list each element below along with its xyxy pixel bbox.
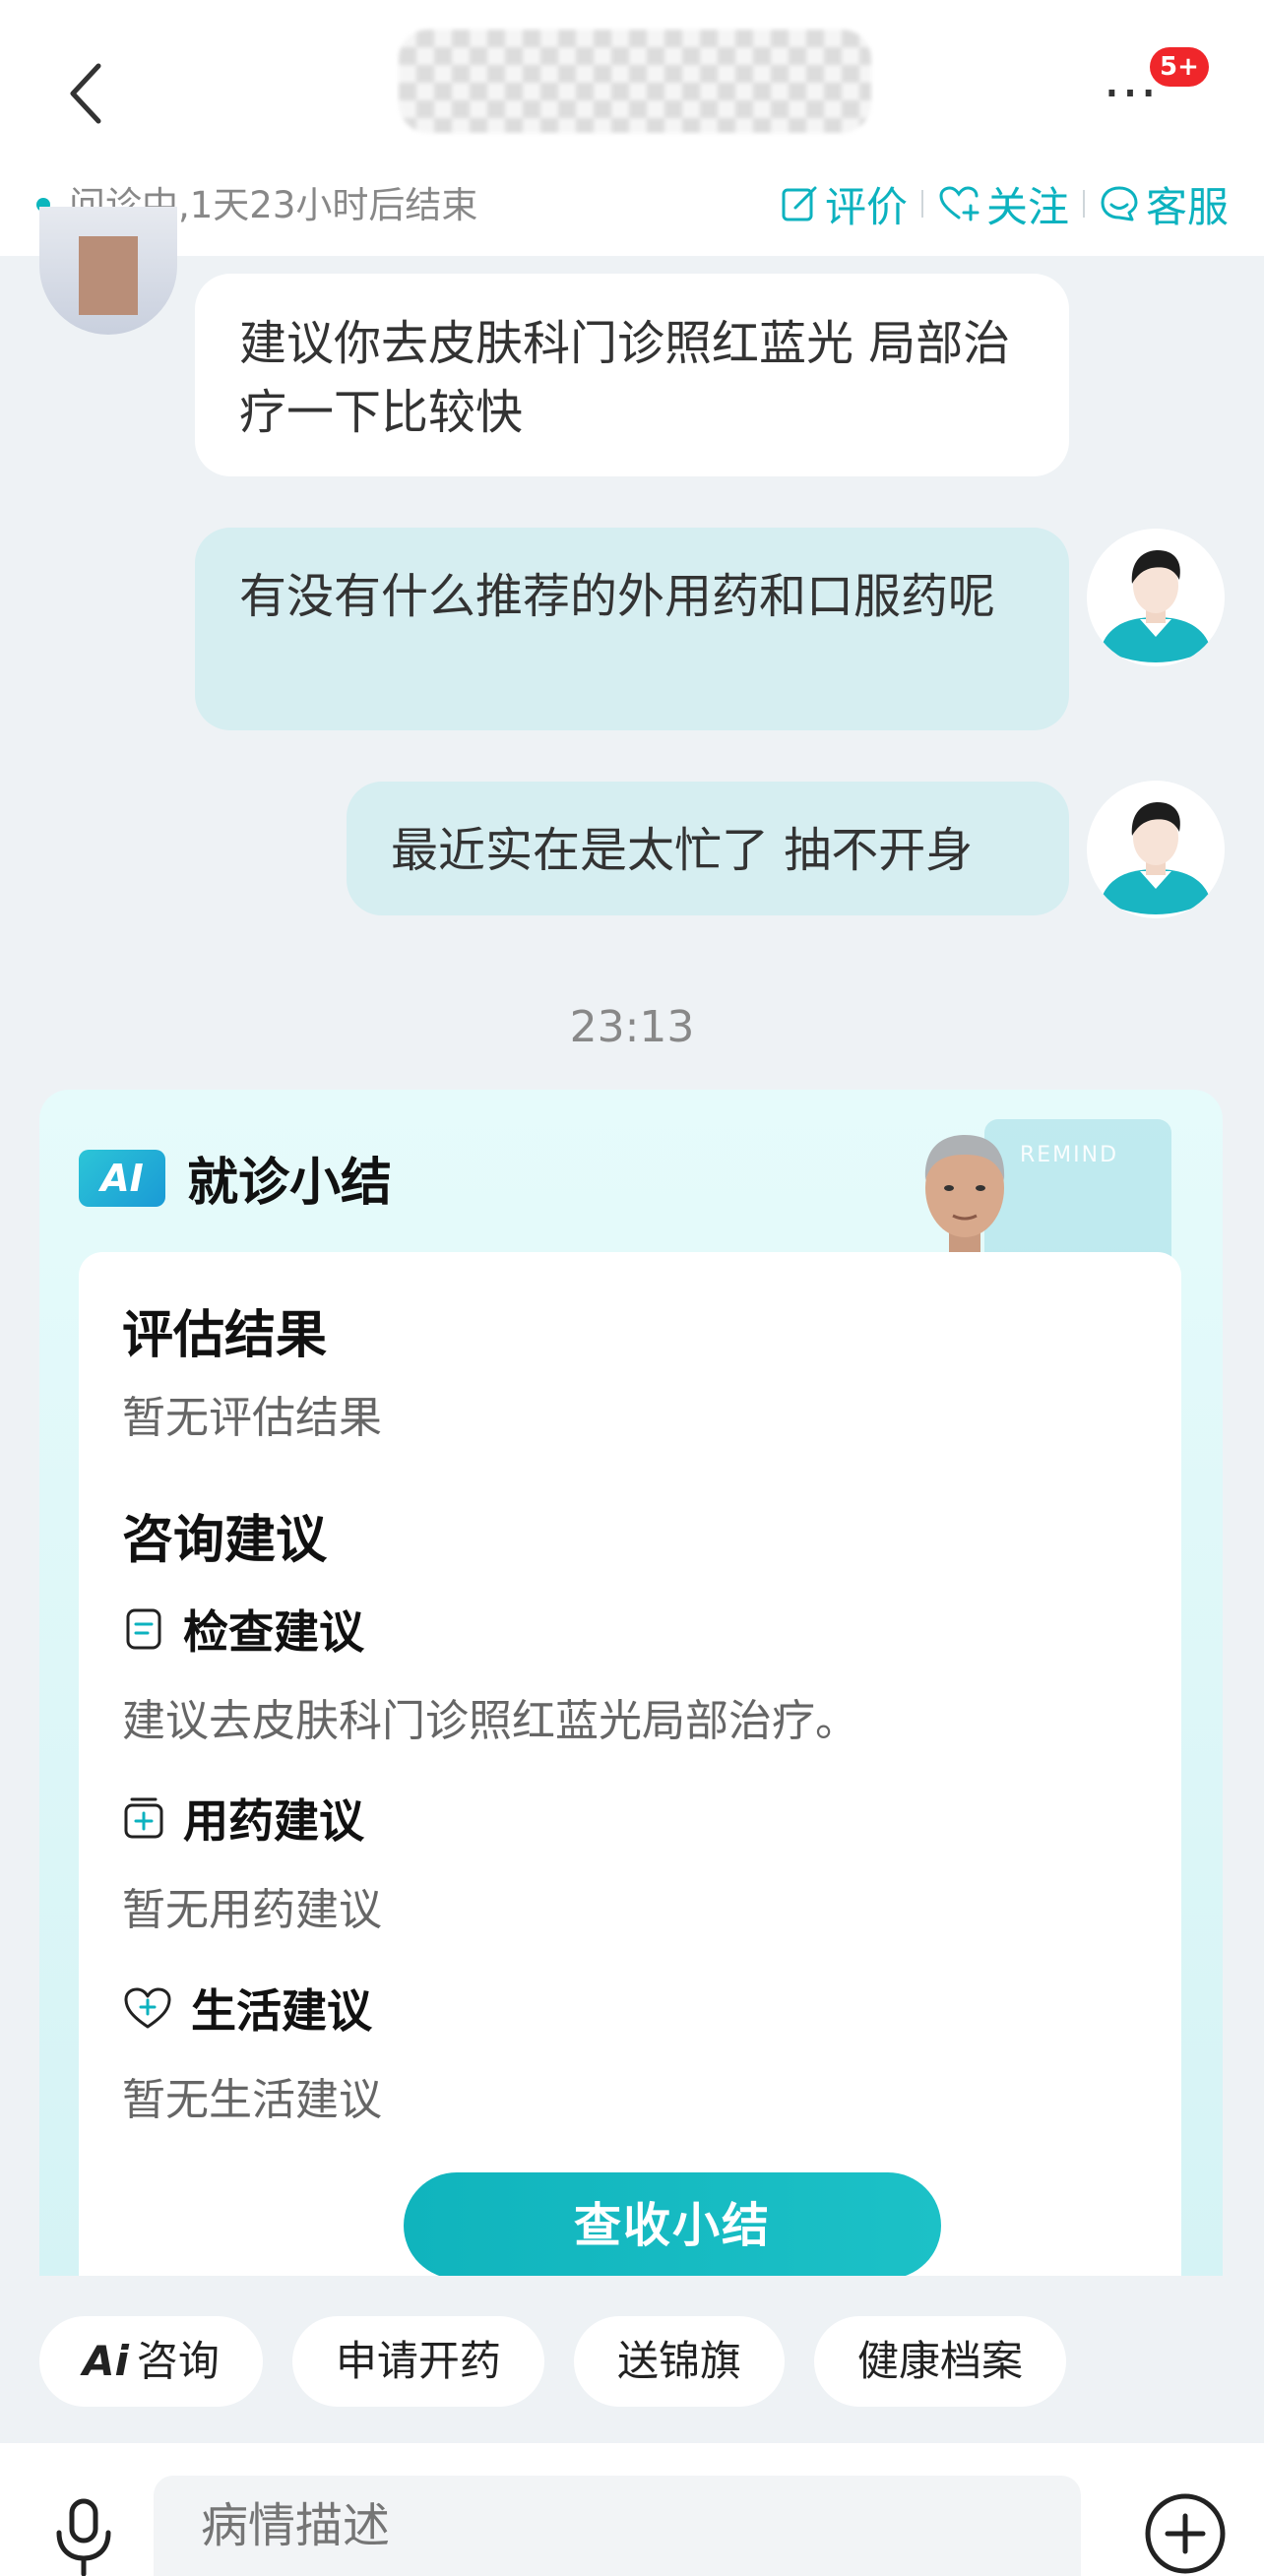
exam-advice-text: 建议去皮肤科门诊照红蓝光局部治疗。: [122, 1696, 858, 1746]
medication-advice-text: 暂无用药建议: [122, 1885, 382, 1935]
edit-icon: [782, 186, 817, 221]
summary-header: AI 就诊小结: [79, 1141, 392, 1215]
notification-badge: 5+: [1150, 47, 1209, 87]
chip-label: 咨询: [136, 2337, 220, 2385]
avatar-image: [79, 236, 138, 315]
assessment-heading: 评估结果: [122, 1306, 328, 1365]
service-icon: [1101, 186, 1138, 221]
summary-title: 就诊小结: [187, 1154, 393, 1213]
message-doctor: 建议你去皮肤科门诊照红蓝光 局部治疗一下比较快: [195, 274, 1069, 476]
request-prescription-chip[interactable]: 申请开药: [291, 2316, 544, 2407]
service-label: 客服: [1145, 182, 1229, 231]
advice-heading: 咨询建议: [122, 1511, 328, 1570]
ai-badge: AI: [79, 1149, 165, 1207]
quick-actions: Ai 咨询 申请开药 送锦旗 健康档案: [39, 2316, 1066, 2407]
heart-health-icon: [124, 1987, 171, 2029]
rate-label: 评价: [824, 182, 908, 231]
divider: [1082, 190, 1085, 218]
customer-service-button[interactable]: 客服: [1099, 174, 1229, 234]
exam-advice-heading: 检查建议: [122, 1597, 364, 1662]
user-avatar-icon: [1087, 781, 1225, 918]
heart-plus-icon: [939, 186, 980, 221]
header-actions: 评价 关注 客服: [780, 179, 1229, 231]
chip-label: 送锦旗: [616, 2337, 741, 2385]
message-user: 有没有什么推荐的外用药和口服药呢: [195, 528, 1069, 730]
health-records-chip[interactable]: 健康档案: [813, 2316, 1066, 2407]
lifestyle-advice-heading: 生活建议: [122, 1976, 372, 2041]
user-avatar[interactable]: [1087, 529, 1225, 666]
chip-label: 申请开药: [335, 2337, 501, 2385]
medication-advice-heading: 用药建议: [122, 1786, 364, 1851]
back-button[interactable]: [59, 54, 118, 133]
add-button[interactable]: [1142, 2490, 1229, 2576]
medication-advice-label: 用药建议: [183, 1794, 364, 1848]
lifestyle-advice-label: 生活建议: [191, 1984, 372, 2038]
lifestyle-advice-text: 暂无生活建议: [122, 2075, 382, 2125]
user-avatar-icon: [1087, 529, 1225, 666]
plus-circle-icon: [1145, 2493, 1226, 2574]
blurred-title: [399, 30, 871, 133]
doctor-avatar[interactable]: [39, 207, 177, 335]
chevron-left-icon: [70, 63, 101, 124]
symptom-input[interactable]: [154, 2476, 1081, 2576]
view-summary-button[interactable]: 查收小结: [404, 2172, 941, 2276]
rate-button[interactable]: 评价: [780, 174, 908, 234]
user-avatar[interactable]: [1087, 781, 1225, 918]
more-dots-icon: …: [1103, 46, 1160, 110]
ai-consult-chip[interactable]: Ai 咨询: [39, 2316, 263, 2407]
exam-advice-label: 检查建议: [183, 1605, 364, 1659]
assessment-text: 暂无评估结果: [122, 1393, 382, 1443]
microphone-icon: [56, 2498, 111, 2576]
summary-body: 评估结果 暂无评估结果 咨询建议 检查建议 建议去皮肤科门诊照红蓝光局部治疗。 …: [79, 1252, 1181, 2276]
message-user: 最近实在是太忙了 抽不开身: [347, 782, 1069, 915]
send-banner-chip[interactable]: 送锦旗: [573, 2316, 785, 2407]
follow-button[interactable]: 关注: [937, 174, 1069, 234]
follow-label: 关注: [985, 182, 1069, 231]
visit-summary-card: REMIND AI 就诊小结 评估结果 暂无评估结果 咨询建议 检查建议 建议去…: [39, 1090, 1223, 2276]
message-timestamp: 23:13: [569, 1002, 695, 1052]
voice-button[interactable]: [49, 2495, 118, 2576]
divider: [920, 190, 923, 218]
medicine-box-icon: [124, 1797, 163, 1839]
document-icon: [126, 1608, 161, 1650]
chip-label: 健康档案: [856, 2337, 1023, 2385]
ai-icon: Ai: [83, 2337, 129, 2385]
